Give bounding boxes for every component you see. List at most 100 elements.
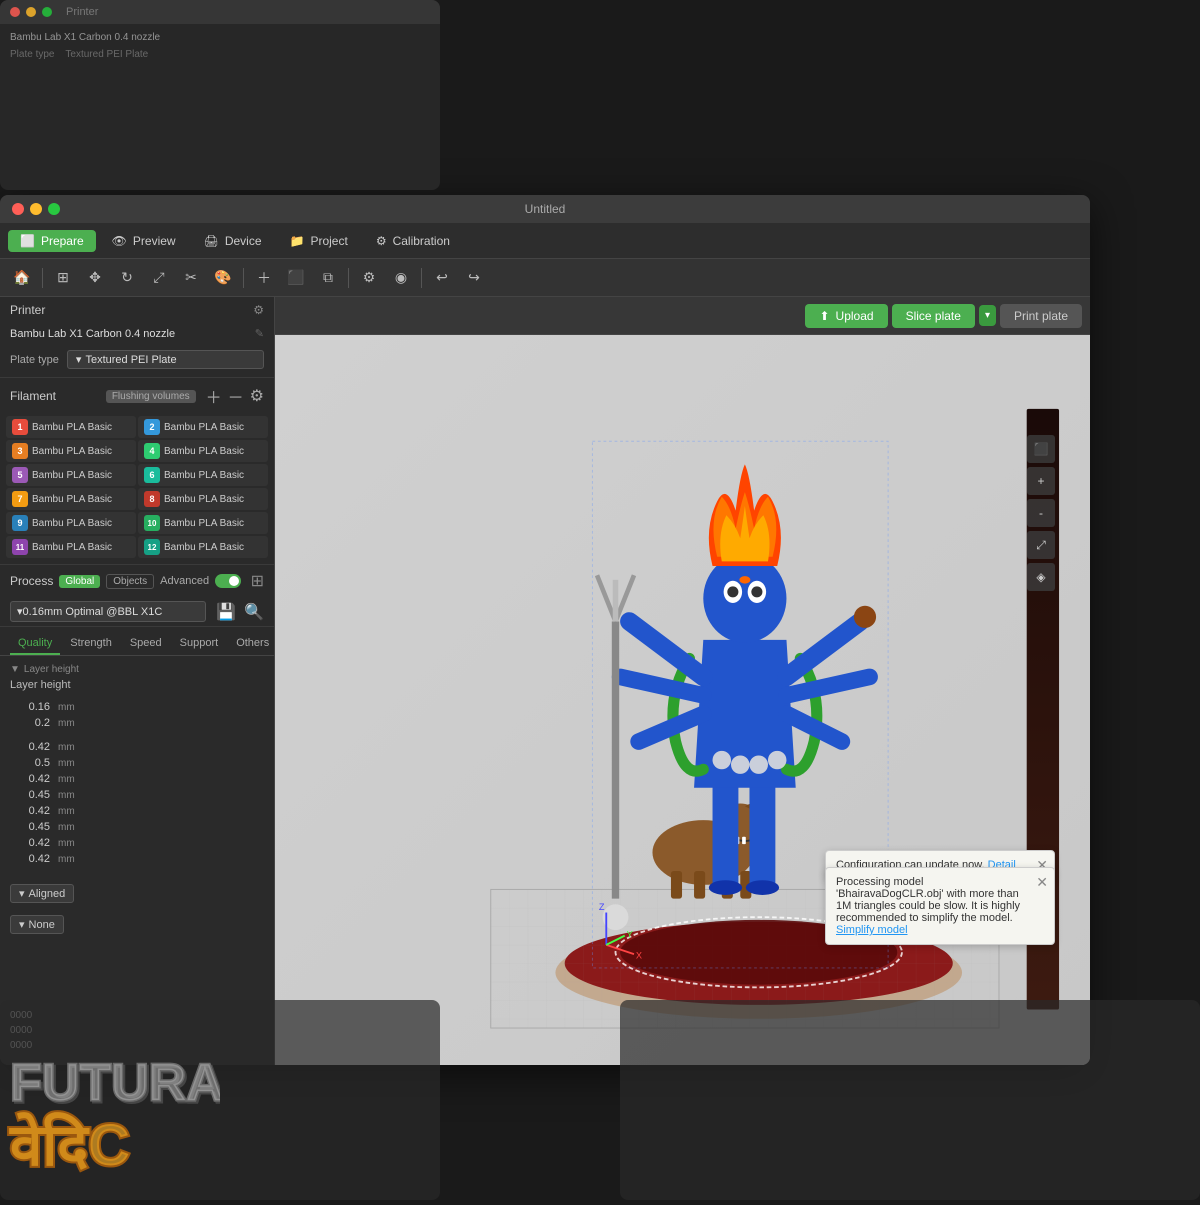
filament-item-10[interactable]: 10 Bambu PLA Basic [138, 512, 268, 534]
move-icon[interactable]: ✥ [81, 264, 109, 292]
layer-value-7: 0.42 mm [10, 803, 264, 819]
filament-remove-icon[interactable]: － [228, 384, 244, 408]
maximize-button[interactable] [48, 203, 60, 215]
preview-icon: 👁 [112, 234, 127, 248]
upload-button[interactable]: ⬆ Upload [805, 304, 887, 328]
layer-value-2: 0.2 mm [10, 715, 264, 731]
menu-bar: ⬜ Prepare 👁 Preview 🖨 Device 📁 Project ⚙… [0, 223, 1090, 259]
seam-dropdown[interactable]: ▾ Aligned [10, 884, 74, 903]
process-section: Process Global Objects Advanced ⊞ ▾ 0.16… [0, 565, 274, 627]
paint-icon[interactable]: 🎨 [209, 264, 237, 292]
minimize-button[interactable] [30, 203, 42, 215]
grid-icon[interactable]: ⊞ [49, 264, 77, 292]
profile-save-icon[interactable]: 💾 [216, 602, 236, 622]
layer-height-label: Layer height [10, 679, 264, 691]
notification-2-link[interactable]: Simplify model [836, 924, 908, 936]
layer-value-3: 0.42 mm [10, 739, 264, 755]
filament-section: Filament Flushing volumes ＋ － ⚙ 1 Bambu … [0, 378, 274, 565]
filament-item-11[interactable]: 11 Bambu PLA Basic [6, 536, 136, 558]
device-icon: 🖨 [204, 234, 219, 248]
print-button[interactable]: Print plate [1000, 304, 1082, 328]
right-side-toolbar: ⬛ + - ⤢ ◈ [1027, 435, 1055, 591]
advanced-toggle[interactable] [215, 574, 240, 588]
tab-device[interactable]: 🖨 Device [192, 230, 274, 252]
add-icon[interactable]: ＋ [250, 264, 278, 292]
filament-item-7[interactable]: 7 Bambu PLA Basic [6, 488, 136, 510]
redo-icon[interactable]: ↪ [460, 264, 488, 292]
slice-button[interactable]: Slice plate [892, 304, 975, 328]
modifier-icon[interactable]: ◉ [387, 264, 415, 292]
3d-scene: Y Z X ⬛ + - ⤢ ◈ Configuration can update… [275, 335, 1090, 1065]
close-button[interactable] [12, 203, 24, 215]
perspective-icon[interactable]: ◈ [1027, 563, 1055, 591]
toolbar-separator-2 [243, 268, 244, 288]
tab-speed[interactable]: Speed [122, 633, 170, 655]
layer-value-5: 0.42 mm [10, 771, 264, 787]
window-title: Untitled [525, 202, 566, 216]
printer-section: Printer ⚙ Bambu Lab X1 Carbon 0.4 nozzle… [0, 297, 274, 378]
seam-dropdown-row: ▾ Aligned [10, 881, 264, 906]
global-toggle[interactable]: Global [59, 575, 100, 588]
filament-item-4[interactable]: 4 Bambu PLA Basic [138, 440, 268, 462]
profile-search-icon[interactable]: 🔍 [244, 602, 264, 622]
toolbar: 🏠 ⊞ ✥ ↻ ⤢ ✂ 🎨 ＋ ⬛ ⧉ ⚙ ◉ ↩ ↪ [0, 259, 1090, 297]
upload-icon: ⬆ [819, 309, 829, 323]
flushing-volumes-badge[interactable]: Flushing volumes [106, 390, 196, 403]
undo-icon[interactable]: ↩ [428, 264, 456, 292]
filament-grid: 1 Bambu PLA Basic 2 Bambu PLA Basic 3 Ba… [0, 414, 274, 564]
filament-settings-icon[interactable]: ⚙ [250, 386, 264, 406]
tab-others[interactable]: Others [228, 633, 275, 655]
rotate-icon[interactable]: ↻ [113, 264, 141, 292]
filament-item-12[interactable]: 12 Bambu PLA Basic [138, 536, 268, 558]
printer-name: Bambu Lab X1 Carbon 0.4 nozzle ✎ [0, 323, 274, 346]
tab-project[interactable]: 📁 Project [278, 230, 360, 252]
cut-icon[interactable]: ✂ [177, 264, 205, 292]
filament-item-2[interactable]: 2 Bambu PLA Basic [138, 416, 268, 438]
tab-calibration[interactable]: ⚙ Calibration [364, 230, 462, 252]
traffic-lights [12, 203, 60, 215]
plate-type-select[interactable]: ▾ Textured PEI Plate [67, 350, 264, 369]
filament-item-9[interactable]: 9 Bambu PLA Basic [6, 512, 136, 534]
ironing-dropdown[interactable]: ▾ None [10, 915, 64, 934]
support-icon[interactable]: ⚙ [355, 264, 383, 292]
printer-header: Printer ⚙ [0, 297, 274, 323]
printer-settings-icon[interactable]: ⚙ [253, 303, 264, 317]
scale-icon[interactable]: ⤢ [145, 264, 173, 292]
top-action-bar: ⬆ Upload Slice plate ▾ Print plate [275, 297, 1090, 335]
plate-type-label: Plate type [10, 354, 59, 366]
filament-item-6[interactable]: 6 Bambu PLA Basic [138, 464, 268, 486]
filament-item-8[interactable]: 8 Bambu PLA Basic [138, 488, 268, 510]
tab-support[interactable]: Support [172, 633, 227, 655]
toolbar-separator-1 [42, 268, 43, 288]
layer-value-8: 0.45 mm [10, 819, 264, 835]
slice-dropdown-arrow[interactable]: ▾ [979, 305, 996, 326]
profile-select[interactable]: ▾ 0.16mm Optimal @BBL X1C [10, 601, 206, 622]
notification-2-text: Processing model 'BhairavaDogCLR.obj' wi… [836, 876, 1020, 924]
prepare-icon: ⬜ [20, 234, 35, 248]
main-app-window: Untitled ⬜ Prepare 👁 Preview 🖨 Device 📁 … [0, 195, 1090, 1065]
notification-2-close[interactable]: ✕ [1036, 874, 1048, 891]
layer-values-list: 0.16 mm 0.2 mm 0.42 mm 0.5 mm [10, 695, 264, 871]
objects-toggle[interactable]: Objects [106, 574, 154, 589]
filament-item-5[interactable]: 5 Bambu PLA Basic [6, 464, 136, 486]
viewport: ⬆ Upload Slice plate ▾ Print plate [275, 297, 1090, 1065]
process-label: Process [10, 574, 53, 588]
fit-view-icon[interactable]: ⤢ [1027, 531, 1055, 559]
tab-strength[interactable]: Strength [62, 633, 120, 655]
align-icon[interactable]: ⬛ [282, 264, 310, 292]
tab-preview[interactable]: 👁 Preview [100, 230, 188, 252]
printer-edit-icon[interactable]: ✎ [255, 327, 264, 340]
filament-item-1[interactable]: 1 Bambu PLA Basic [6, 416, 136, 438]
process-row: Process Global Objects Advanced ⊞ [0, 565, 274, 597]
filament-add-icon[interactable]: ＋ [206, 384, 222, 408]
home-icon[interactable]: 🏠 [8, 264, 36, 292]
left-panel: Printer ⚙ Bambu Lab X1 Carbon 0.4 nozzle… [0, 297, 275, 1065]
arrange-icon[interactable]: ⧉ [314, 264, 342, 292]
zoom-out-icon[interactable]: - [1027, 499, 1055, 527]
view-cube-icon[interactable]: ⬛ [1027, 435, 1055, 463]
tab-quality[interactable]: Quality [10, 633, 60, 655]
plate-type-row: Plate type ▾ Textured PEI Plate [0, 346, 274, 377]
zoom-in-icon[interactable]: + [1027, 467, 1055, 495]
tab-prepare[interactable]: ⬜ Prepare [8, 230, 96, 252]
filament-item-3[interactable]: 3 Bambu PLA Basic [6, 440, 136, 462]
